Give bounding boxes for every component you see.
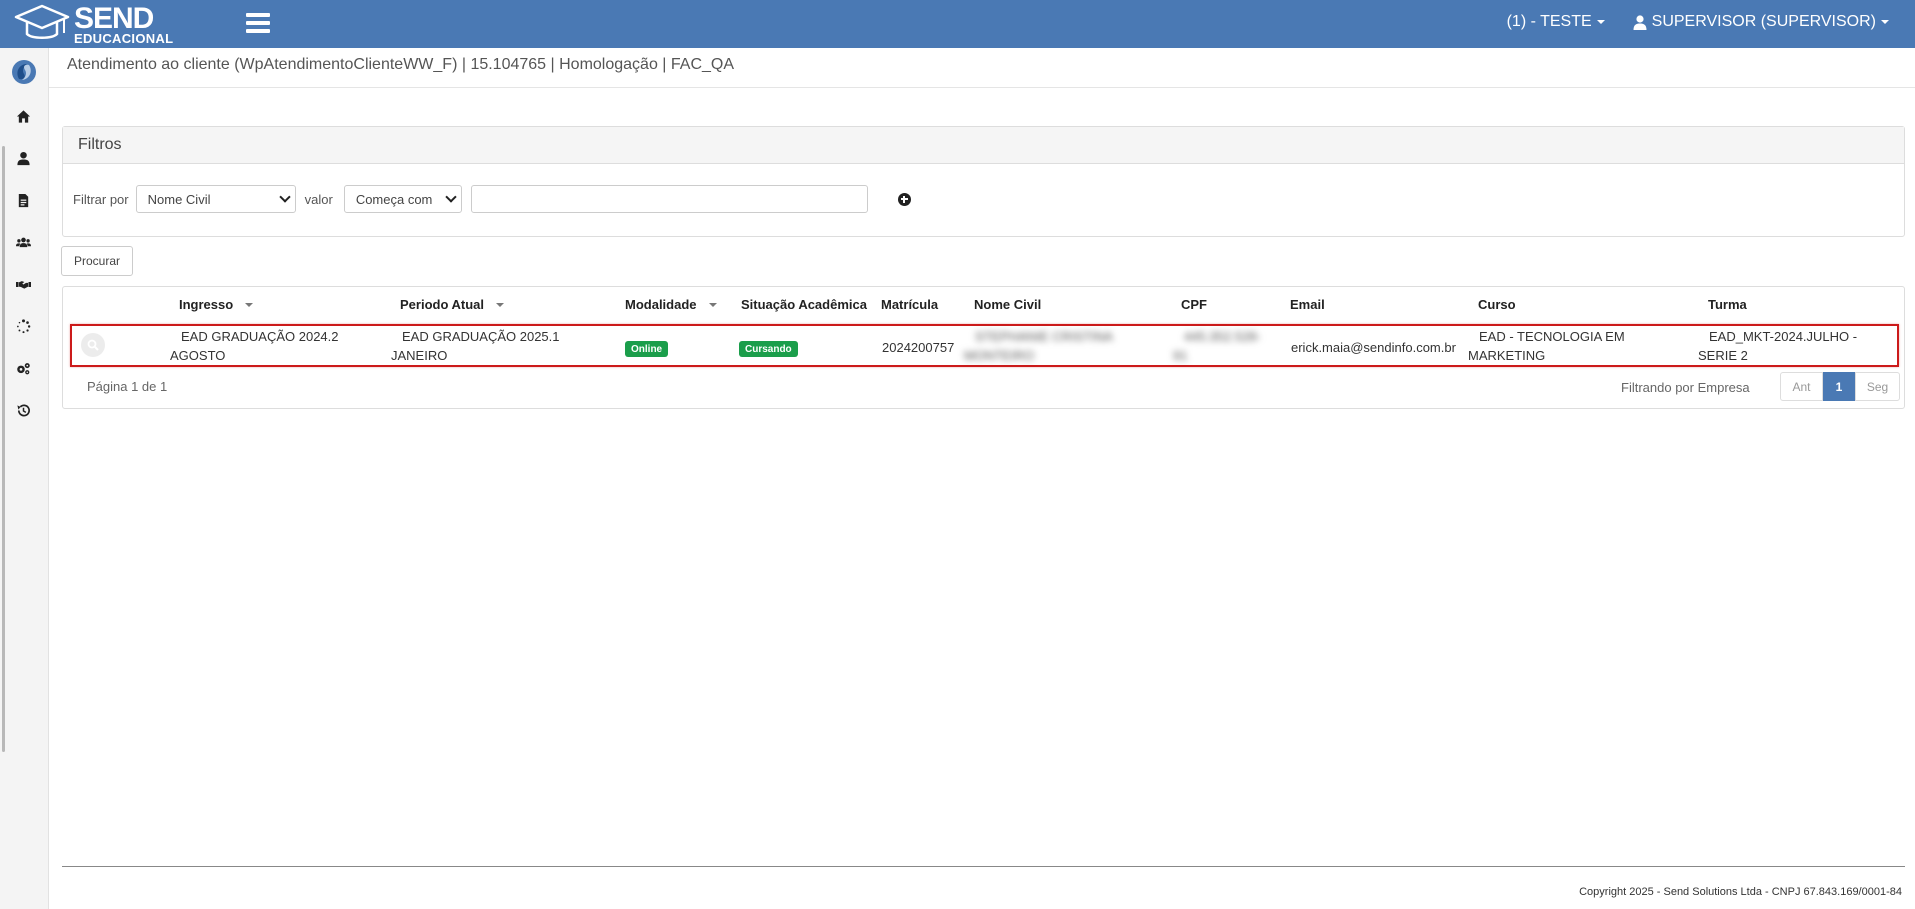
cell-turma: EAD_MKT-2024.JULHO - SERIE 2 xyxy=(1698,329,1858,363)
chevron-down-icon xyxy=(1596,20,1605,24)
filter-info: Filtrando por Empresa xyxy=(1621,380,1750,395)
cell-nome-civil: STEPHANIE CRISTINA MONTEIRO xyxy=(964,329,1113,363)
add-filter-icon[interactable] xyxy=(897,192,911,206)
history-icon[interactable] xyxy=(14,401,32,419)
sidebar xyxy=(0,48,49,909)
column-header-situacao[interactable]: Situação Acadêmica xyxy=(741,297,867,312)
send-logo-icon xyxy=(12,60,36,84)
sort-icon xyxy=(496,302,505,307)
results-grid: Ingresso Periodo Atual Modalidade Situaç… xyxy=(62,286,1905,409)
filter-by-label: Filtrar por xyxy=(73,191,129,207)
brand-name: SEND xyxy=(74,1,154,35)
modalidade-badge: Online xyxy=(625,341,669,357)
filter-value-input[interactable] xyxy=(470,185,868,213)
search-icon xyxy=(87,339,99,351)
view-record-search-icon[interactable] xyxy=(81,333,105,357)
send-educacional-logo[interactable]: SEND EDUCACIONAL xyxy=(14,3,173,45)
situacao-badge: Cursando xyxy=(739,341,798,357)
header-divider xyxy=(49,87,1915,88)
page-info: Página 1 de 1 xyxy=(87,379,168,394)
cell-ingresso: EAD GRADUAÇÃO 2024.2 AGOSTO xyxy=(170,329,339,363)
prev-page-button[interactable]: Ant xyxy=(1780,372,1823,401)
copyright-text: Copyright 2025 - Send Solutions Ltda - C… xyxy=(1579,886,1902,898)
column-header-matricula[interactable]: Matrícula xyxy=(881,297,938,312)
page-1-button[interactable]: 1 xyxy=(1823,372,1855,401)
footer-divider xyxy=(62,866,1905,867)
cell-periodo-atual: EAD GRADUAÇÃO 2025.1 JANEIRO xyxy=(391,329,560,363)
user-icon xyxy=(1633,14,1647,30)
home-icon[interactable] xyxy=(14,107,32,125)
table-row[interactable]: EAD GRADUAÇÃO 2024.2 AGOSTO EAD GRADUAÇÃ… xyxy=(70,324,1899,367)
filter-operator-select[interactable]: Começa com xyxy=(343,185,462,213)
user-icon[interactable] xyxy=(14,149,32,167)
sort-icon xyxy=(708,302,717,307)
column-header-modalidade[interactable]: Modalidade xyxy=(625,297,717,312)
cell-cpf: 445.352.528- 91 xyxy=(1173,329,1261,363)
column-header-periodo-atual[interactable]: Periodo Atual xyxy=(400,297,505,312)
users-icon[interactable] xyxy=(14,233,32,251)
menu-toggle-button[interactable] xyxy=(246,13,270,35)
sidebar-scrollbar[interactable] xyxy=(2,146,5,752)
next-page-button[interactable]: Seg xyxy=(1855,372,1900,401)
pagination: Ant 1 Seg xyxy=(1780,372,1900,401)
value-label: valor xyxy=(304,191,333,207)
company-label: (1) - TESTE xyxy=(1506,13,1592,30)
cell-matricula: 2024200757 xyxy=(882,340,955,355)
chevron-down-icon xyxy=(445,191,457,203)
user-dropdown[interactable]: SUPERVISOR (SUPERVISOR) xyxy=(1633,13,1889,31)
graduation-cap-icon xyxy=(14,4,70,39)
spinner-icon[interactable] xyxy=(14,317,32,335)
document-icon[interactable] xyxy=(14,191,32,209)
filters-title: Filtros xyxy=(63,127,1904,164)
gears-icon[interactable] xyxy=(14,359,32,377)
filter-field-select[interactable]: Nome Civil xyxy=(135,185,296,213)
top-navbar: SEND EDUCACIONAL (1) - TESTE SUPERVISOR … xyxy=(0,0,1915,48)
handshake-icon[interactable] xyxy=(14,275,32,293)
chevron-down-icon xyxy=(1881,20,1889,24)
column-header-turma[interactable]: Turma xyxy=(1708,297,1747,312)
filter-operator-value: Começa com xyxy=(355,191,433,207)
filter-field-value: Nome Civil xyxy=(147,191,211,207)
cell-email: erick.maia@sendinfo.com.br xyxy=(1291,340,1456,355)
user-label: SUPERVISOR (SUPERVISOR) xyxy=(1651,13,1876,30)
column-header-nome-civil[interactable]: Nome Civil xyxy=(974,297,1041,312)
column-header-cpf[interactable]: CPF xyxy=(1181,297,1207,312)
brand-subtitle: EDUCACIONAL xyxy=(74,30,174,46)
filters-panel: Filtros Filtrar por Nome Civil valor Com… xyxy=(62,126,1905,237)
page-title: Atendimento ao cliente (WpAtendimentoCli… xyxy=(67,56,735,73)
column-header-ingresso[interactable]: Ingresso xyxy=(179,297,254,312)
column-header-curso[interactable]: Curso xyxy=(1478,297,1516,312)
search-button[interactable]: Procurar xyxy=(61,246,133,276)
company-dropdown[interactable]: (1) - TESTE xyxy=(1507,13,1605,31)
cell-curso: EAD - TECNOLOGIA EM MARKETING xyxy=(1468,329,1625,363)
chevron-down-icon xyxy=(278,191,291,203)
sort-icon xyxy=(245,302,254,307)
column-header-email[interactable]: Email xyxy=(1290,297,1325,312)
